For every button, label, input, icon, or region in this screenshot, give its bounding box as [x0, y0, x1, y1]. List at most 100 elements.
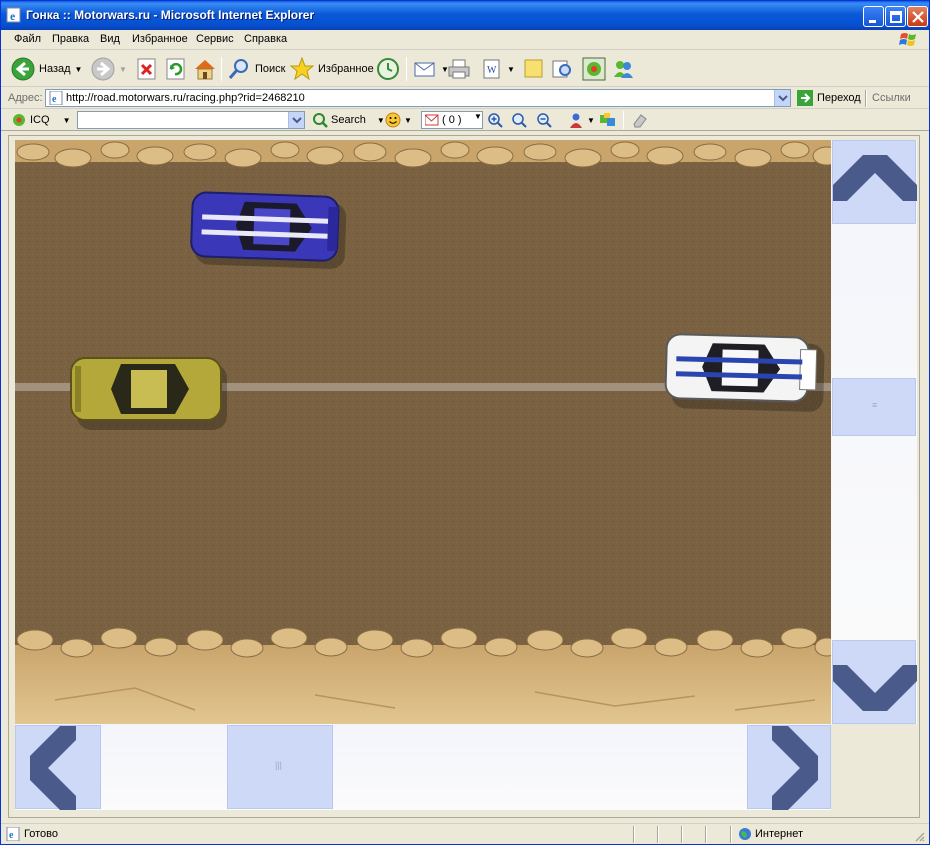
minimize-button[interactable]: [863, 6, 884, 27]
back-arrow-icon: [11, 57, 35, 81]
research-button[interactable]: [551, 54, 573, 84]
close-button[interactable]: [907, 6, 928, 27]
status-separator: [681, 826, 683, 843]
search-button[interactable]: Поиск: [227, 54, 285, 84]
forward-arrow-icon: [91, 57, 115, 81]
icq-menu-button[interactable]: ICQ ▼: [11, 112, 70, 128]
menu-bar: Файл Правка Вид Избранное Сервис Справка: [1, 30, 929, 50]
go-button[interactable]: Переход: [797, 90, 861, 106]
security-zone: Интернет: [755, 828, 803, 840]
up-arrow-icon: [833, 155, 917, 201]
resize-grip-icon[interactable]: [913, 830, 925, 842]
status-separator: [633, 826, 635, 843]
page-icon: e: [49, 91, 63, 105]
blue-car: [190, 191, 347, 269]
icq-flower-icon: [13, 114, 25, 126]
eraser-button[interactable]: [632, 112, 648, 128]
race-track: [15, 140, 831, 724]
star-icon: [290, 57, 314, 81]
zoom-in-icon: [488, 113, 503, 128]
user-dropdown-icon[interactable]: ▼: [587, 116, 595, 125]
address-url[interactable]: http://road.motorwars.ru/racing.php?rid=…: [66, 92, 305, 104]
favorites-button[interactable]: Избранное: [290, 54, 374, 84]
horizontal-scroll-strip: [15, 724, 831, 810]
down-arrow-icon: [833, 665, 917, 711]
icq-search-input[interactable]: [77, 111, 305, 129]
status-separator: [657, 826, 659, 843]
up-button[interactable]: [832, 140, 917, 224]
stop-icon: [137, 58, 156, 80]
icq-smiley-button[interactable]: ▼: [385, 112, 412, 128]
address-bar: Адрес: e http://road.motorwars.ru/racing…: [1, 87, 929, 109]
grip-icon: ≡: [872, 400, 878, 410]
horizontal-scroll-thumb[interactable]: |||: [227, 725, 333, 809]
mail-dropdown-icon: ▼: [474, 112, 482, 121]
minimize-icon: [869, 20, 876, 23]
menu-favorites[interactable]: Избранное: [132, 33, 188, 45]
title-bar[interactable]: e Гонка :: Motorwars.ru - Microsoft Inte…: [1, 1, 929, 30]
chevron-down-icon: [778, 95, 788, 102]
back-dropdown-icon[interactable]: ▼: [75, 65, 83, 74]
refresh-icon: [166, 58, 185, 80]
toolbar-separator: [406, 57, 407, 81]
mail-count: ( 0 ): [442, 114, 462, 126]
messenger-icon: [614, 61, 633, 78]
history-button[interactable]: [376, 54, 400, 84]
refresh-button[interactable]: [165, 54, 187, 84]
eraser-icon: [633, 114, 647, 128]
forward-button[interactable]: ▼: [91, 54, 127, 84]
right-button[interactable]: [747, 725, 831, 810]
smiley-dropdown-icon[interactable]: ▼: [404, 116, 412, 125]
links-button[interactable]: Ссылки: [872, 92, 911, 104]
menu-help[interactable]: Справка: [244, 33, 287, 45]
mail-button[interactable]: ▼: [413, 54, 449, 84]
smiley-icon: [385, 112, 401, 128]
go-arrow-icon: [797, 90, 813, 106]
icq-search-button[interactable]: Search ▼: [312, 112, 385, 128]
zoom-in-button[interactable]: [487, 112, 503, 128]
menu-view[interactable]: Вид: [100, 33, 120, 45]
maximize-button[interactable]: [885, 6, 906, 27]
printer-icon: [448, 59, 470, 79]
back-button[interactable]: Назад ▼: [11, 54, 82, 84]
left-button[interactable]: [15, 725, 101, 810]
user-button[interactable]: ▼: [568, 112, 595, 128]
icq-search-label: Search: [331, 114, 366, 126]
discuss-button[interactable]: [523, 54, 545, 84]
history-icon: [377, 58, 399, 80]
icq-games-button[interactable]: [599, 112, 617, 128]
icq-search-dropdown-button[interactable]: [288, 112, 304, 128]
note-icon: [524, 59, 543, 78]
address-label: Адрес:: [8, 92, 43, 104]
zoom-icon: [512, 113, 527, 128]
zoom-button[interactable]: [511, 112, 527, 128]
toolbar-separator: [221, 57, 222, 81]
forward-dropdown-icon[interactable]: ▼: [119, 65, 127, 74]
icq-toolbar-button[interactable]: [582, 54, 606, 84]
address-input[interactable]: e http://road.motorwars.ru/racing.php?ri…: [45, 89, 791, 107]
print-button[interactable]: [447, 54, 471, 84]
down-button[interactable]: [832, 640, 917, 724]
zoom-out-button[interactable]: [536, 112, 552, 128]
mail-icon: [414, 62, 435, 77]
messenger-button[interactable]: [611, 54, 635, 84]
menu-edit[interactable]: Правка: [52, 33, 89, 45]
address-separator: [865, 90, 867, 107]
svg-text:e: e: [52, 94, 57, 105]
icq-search-dropdown-icon[interactable]: ▼: [377, 116, 385, 125]
vertical-scroll-thumb[interactable]: ≡: [832, 378, 916, 436]
menu-file[interactable]: Файл: [14, 33, 41, 45]
favorites-label: Избранное: [318, 63, 374, 75]
page-status-icon: e: [6, 827, 20, 841]
mail-count-dropdown[interactable]: ▼: [474, 112, 482, 121]
edit-dropdown-icon[interactable]: ▼: [507, 65, 515, 74]
right-arrow-icon: [772, 726, 818, 810]
edit-button[interactable]: W ▼: [481, 54, 515, 84]
icq-flower-icon: [582, 57, 606, 81]
menu-tools[interactable]: Сервис: [196, 33, 234, 45]
home-button[interactable]: [193, 54, 217, 84]
stop-button[interactable]: [136, 54, 158, 84]
icq-toolbar: ICQ ▼ Search ▼ ▼ ( 0 ) ▼ ▼: [1, 109, 929, 131]
address-dropdown-button[interactable]: [774, 90, 790, 106]
status-separator: [705, 826, 707, 843]
